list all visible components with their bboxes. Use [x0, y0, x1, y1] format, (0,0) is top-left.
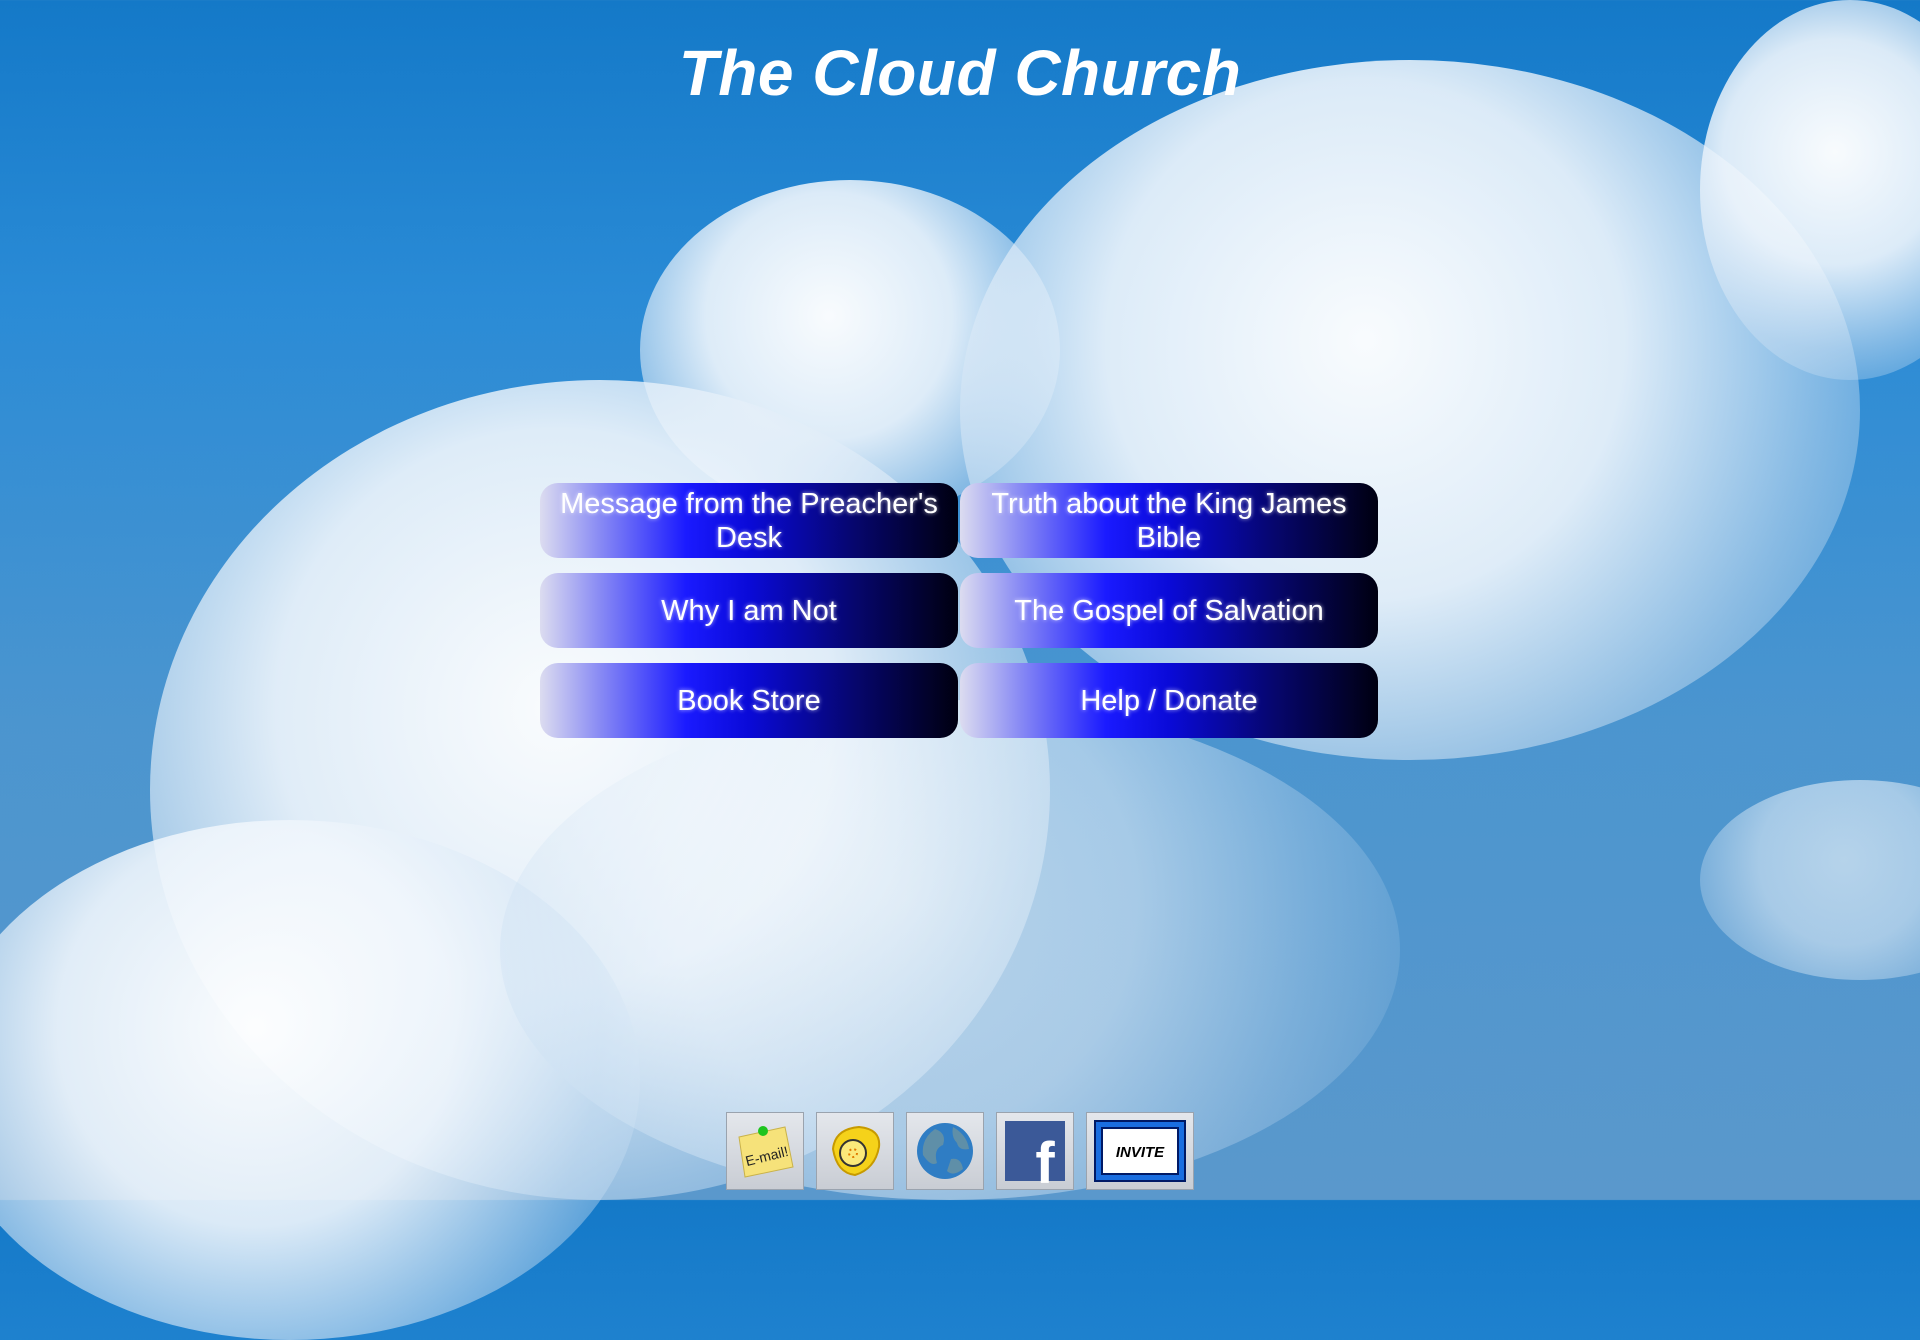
email-note-icon: E-mail! [738, 1126, 794, 1178]
invite-icon: INVITE [1094, 1120, 1186, 1182]
book-store-button[interactable]: Book Store [540, 663, 958, 738]
main-menu: Message from the Preacher's Desk Truth a… [540, 483, 1380, 738]
website-button[interactable] [906, 1112, 984, 1190]
invite-button[interactable]: INVITE [1086, 1112, 1194, 1190]
preachers-desk-button[interactable]: Message from the Preacher's Desk [540, 483, 958, 558]
page-title: The Cloud Church [678, 37, 1242, 109]
gospel-of-salvation-button[interactable]: The Gospel of Salvation [960, 573, 1378, 648]
globe-icon [917, 1123, 973, 1179]
footer-toolbar: E-mail! f INVITE [726, 1112, 1194, 1190]
king-james-bible-button[interactable]: Truth about the King James Bible [960, 483, 1378, 558]
phone-button[interactable] [816, 1112, 894, 1190]
svg-text:f: f [1035, 1131, 1055, 1183]
telephone-icon [831, 1125, 881, 1177]
help-donate-button[interactable]: Help / Donate [960, 663, 1378, 738]
svg-text:INVITE: INVITE [1116, 1144, 1165, 1161]
facebook-icon: f [1005, 1121, 1065, 1183]
why-i-am-not-button[interactable]: Why I am Not [540, 573, 958, 648]
facebook-button[interactable]: f [996, 1112, 1074, 1190]
email-button[interactable]: E-mail! [726, 1112, 804, 1190]
